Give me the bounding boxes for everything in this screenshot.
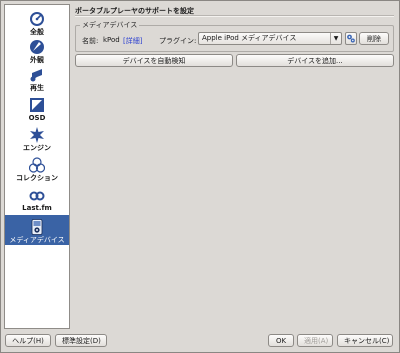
name-label: 名前:	[82, 37, 99, 45]
osd-icon	[30, 98, 44, 112]
configure-icon	[347, 34, 355, 43]
plugin-label: プラグイン:	[159, 37, 197, 45]
sidebar-item-label: コレクション	[16, 174, 58, 182]
media-device-icon	[31, 219, 43, 235]
sidebar-item-label: エンジン	[23, 144, 51, 152]
sidebar-item-collection[interactable]: コレクション	[5, 155, 69, 183]
configure-plugin-button[interactable]	[345, 32, 357, 45]
sidebar-item-osd[interactable]: OSD	[5, 95, 69, 123]
chevron-down-icon: ▼	[330, 33, 341, 44]
sidebar-item-appearance[interactable]: 外観	[5, 37, 69, 65]
lastfm-icon	[29, 191, 45, 201]
autodetect-button[interactable]: デバイスを自動検知	[75, 54, 233, 67]
delete-button[interactable]: 削除	[359, 32, 389, 45]
category-sidebar[interactable]: 全般 外観 再生 OSD エンジン コレクション Last.fm メディアデバイ…	[4, 4, 70, 329]
ok-button[interactable]: OK	[268, 334, 294, 347]
defaults-button[interactable]: 標準設定(D)	[55, 334, 107, 347]
sidebar-item-playback[interactable]: 再生	[5, 65, 69, 93]
sidebar-item-media-device[interactable]: メディアデバイス	[5, 215, 69, 245]
sidebar-item-label: OSD	[28, 114, 46, 122]
details-link[interactable]: [詳細]	[123, 36, 142, 46]
appearance-icon	[30, 40, 44, 54]
add-device-button[interactable]: デバイスを追加...	[236, 54, 394, 67]
cancel-button[interactable]: キャンセル(C)	[337, 334, 393, 347]
title-divider	[75, 15, 394, 17]
sidebar-item-label: 外観	[30, 56, 44, 64]
sidebar-item-label: メディアデバイス	[9, 236, 65, 244]
plugin-select-value: Apple iPod メディアデバイス	[202, 34, 297, 42]
general-icon	[30, 12, 44, 26]
sidebar-item-general[interactable]: 全般	[5, 9, 69, 37]
plugin-select[interactable]: Apple iPod メディアデバイス ▼	[198, 32, 342, 45]
sidebar-item-label: Last.fm	[22, 204, 52, 212]
sidebar-item-label: 全般	[30, 28, 44, 36]
playback-icon	[30, 69, 42, 82]
sidebar-item-label: 再生	[30, 84, 44, 92]
device-name-value: kPod	[103, 36, 120, 44]
apply-button[interactable]: 適用(A)	[297, 334, 333, 347]
sidebar-item-lastfm[interactable]: Last.fm	[5, 185, 69, 213]
engine-icon	[30, 127, 44, 143]
sidebar-item-engine[interactable]: エンジン	[5, 125, 69, 153]
group-title: メディアデバイス	[80, 20, 140, 30]
collection-icon	[29, 157, 45, 173]
help-button[interactable]: ヘルプ(H)	[5, 334, 51, 347]
